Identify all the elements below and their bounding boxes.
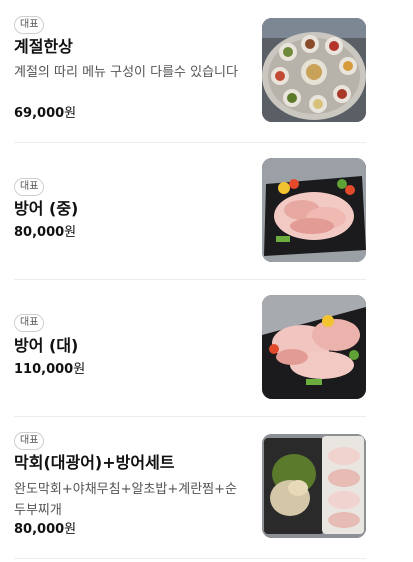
- menu-item-name: 방어 (중): [14, 199, 79, 218]
- menu-item[interactable]: 대표 방어 (중) 80,000원: [14, 143, 366, 280]
- menu-item-name: 막회(대광어)+방어세트: [14, 453, 175, 472]
- menu-item-photo[interactable]: [262, 434, 366, 538]
- item-divider: [14, 558, 366, 559]
- menu-item-photo[interactable]: [262, 295, 366, 399]
- signature-badge: 대표: [14, 314, 45, 332]
- price-currency: 원: [64, 522, 77, 537]
- menu-item-price: 69,000원: [14, 105, 76, 123]
- signature-badge: 대표: [14, 178, 45, 196]
- menu-item-description: 완도막회+야채무침+알초밥+계란찜+순두부찌개: [14, 482, 237, 518]
- price-value: 69,000: [14, 106, 65, 121]
- menu-item-photo[interactable]: [262, 158, 366, 262]
- price-value: 110,000: [14, 362, 74, 377]
- price-currency: 원: [73, 362, 86, 377]
- menu-item-name: 방어 (대): [14, 336, 79, 355]
- menu-item[interactable]: 대표 막회(대광어)+방어세트 완도막회+야채무침+알초밥+계란찜+순두부찌개 …: [14, 417, 366, 559]
- signature-badge: 대표: [14, 432, 45, 450]
- menu-item-price: 80,000원: [14, 521, 76, 539]
- price-currency: 원: [64, 225, 77, 240]
- menu-item[interactable]: 대표 계절한상 계절의 따리 메뉴 구성이 다를수 있습니다 69,000원: [14, 0, 366, 143]
- sashimi-photo: [262, 158, 366, 262]
- price-value: 80,000: [14, 522, 65, 537]
- signature-badge: 대표: [14, 16, 45, 34]
- menu-item-name: 계절한상: [14, 37, 73, 56]
- menu-item-price: 110,000원: [14, 361, 85, 379]
- menu-item-description: 계절의 따리 메뉴 구성이 다를수 있습니다: [14, 65, 238, 80]
- menu-item[interactable]: 대표 방어 (대) 110,000원: [14, 280, 366, 417]
- sashimi-set-photo: [262, 434, 366, 538]
- menu-item-photo[interactable]: [262, 18, 366, 122]
- price-value: 80,000: [14, 225, 65, 240]
- price-currency: 원: [64, 106, 77, 121]
- platter-photo: [262, 18, 366, 122]
- sashimi-photo: [262, 295, 366, 399]
- menu-item-price: 80,000원: [14, 224, 76, 242]
